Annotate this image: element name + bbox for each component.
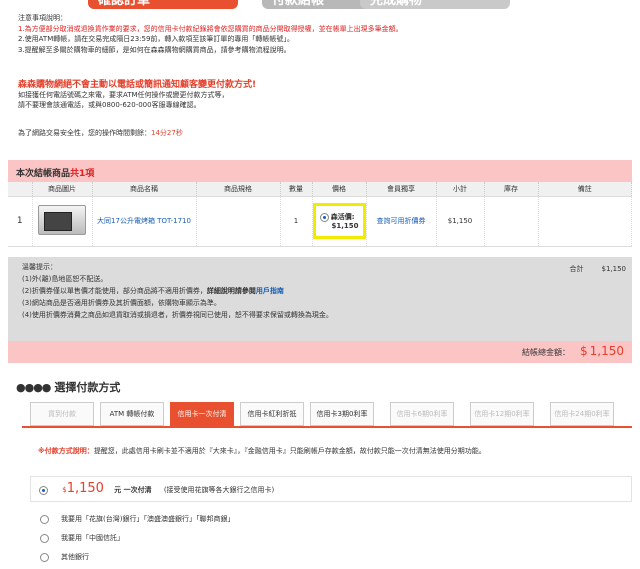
payment-option-full[interactable]: $1,150 元 一次付清 (接受使用花旗等各大銀行之信用卡)	[30, 476, 632, 502]
note-1: 1.為方便部分取消或退換貨作業的要求，您的信用卡付款紀錄將會依您購買的商品分開取…	[18, 24, 403, 33]
price-highlight: 森活價: $1,150	[312, 203, 366, 239]
payment-note: ※付款方式說明：提醒您，此處信用卡刷卡並不適用於『大來卡』，『金融信用卡』只能刷…	[38, 446, 486, 456]
tab-credit-6[interactable]: 信用卡6期0利率	[390, 402, 454, 426]
user-guide-link[interactable]: 用戶指南	[256, 287, 284, 295]
fraud-alert: 森森購物網絕不會主動以電話或簡訊通知顧客變更付款方式!	[18, 80, 257, 90]
cart-count: 共1項	[70, 169, 95, 179]
col-spec: 商品規格	[196, 182, 281, 197]
bank-label-3: 其他銀行	[61, 553, 89, 561]
col-remark: 備註	[538, 182, 633, 197]
dots-icon: ●●●●	[16, 381, 51, 394]
tip-2-bold: 詳細說明請參閱	[206, 287, 256, 295]
row-remark	[538, 196, 633, 247]
full-pay-label: 元 一次付清	[114, 486, 152, 494]
checkout-steps: 確認訂單 付款結帳 完成購物	[0, 0, 640, 10]
session-timer: 為了網路交易安全性，您的操作時間剩餘：14分27秒	[18, 128, 183, 138]
bank-option-1[interactable]: 我要用「花旗(台灣)銀行」「澳盛澳盛銀行」「聯邦商銀」	[40, 514, 234, 524]
bank-option-3[interactable]: 其他銀行	[40, 552, 89, 562]
col-image: 商品圖片	[32, 182, 93, 197]
full-pay-amount: 1,150	[66, 481, 104, 496]
row-index: 1	[8, 196, 33, 247]
product-name-link[interactable]: 大同17公升電烤箱 TOT-1710	[97, 217, 191, 225]
bank-label-1: 我要用「花旗(台灣)銀行」「澳盛澳盛銀行」「聯邦商銀」	[61, 515, 235, 523]
tips-section: 溫馨提示： (1)外(離)島地區恕不配送。 (2)折價券僅以單售價才能使用，部分…	[8, 257, 632, 341]
note-3: 3.提醒解至多關於購物車的細節，是如何在森森購物網購買商品，請參考購物流程說明。	[18, 45, 291, 54]
col-member: 會員獨享	[366, 182, 437, 197]
timer-label: 為了網路交易安全性，您的操作時間剩餘：	[18, 129, 151, 137]
fraud-alert-detail: 如接獲任何電話號碼之來電，要求ATM任何操作或變更付款方式等， 請不要理會該通電…	[18, 90, 229, 110]
full-pay-radio[interactable]	[39, 485, 48, 495]
total-value: 1,150	[589, 344, 624, 358]
col-subtotal: 小計	[436, 182, 485, 197]
fraud-line-1: 如接獲任何電話號碼之來電，要求ATM任何操作或變更付款方式等，	[18, 91, 229, 99]
step-confirm-order: 確認訂單	[88, 0, 238, 9]
row-subtotal: $1,150	[436, 196, 485, 247]
tip-2-text: (2)折價券僅以單售價才能使用，部分商品將不適用折價券，	[22, 287, 207, 295]
tab-credit-3[interactable]: 信用卡3期0利率	[310, 402, 374, 426]
bank-radio-3[interactable]	[40, 552, 49, 562]
total-bar: 結帳總金額： $1,150	[8, 341, 632, 363]
price-radio[interactable]	[319, 212, 329, 222]
bank-option-2[interactable]: 我要用「中國信託」	[40, 533, 124, 543]
price-label: 森活價:	[330, 213, 355, 221]
sum-label: 合計	[569, 265, 584, 273]
full-pay-hint: (接受使用花旗等各大銀行之信用卡)	[163, 486, 275, 494]
sum-value: $1,150	[601, 265, 627, 273]
table-row: 1 大同17公升電烤箱 TOT-1710 1 森活價: $1,150 查詢可用折…	[8, 196, 633, 247]
timer-value: 14分27秒	[151, 129, 183, 137]
tip-1: (1)外(離)島地區恕不配送。	[22, 275, 108, 283]
tab-atm[interactable]: ATM 轉帳付款	[100, 402, 164, 426]
cart-title: 本次結帳商品	[16, 169, 71, 179]
payment-title: ●●●● 選擇付款方式	[16, 379, 120, 395]
cart-table-header: 商品圖片 商品名稱 商品規格 數量 價格 會員獨享 小計 庫存 備註	[8, 182, 633, 197]
step-complete: 完成購物	[360, 0, 510, 9]
sum: 合計 $1,150	[552, 263, 627, 275]
total-label: 結帳總金額：	[522, 348, 570, 357]
product-spec	[196, 196, 281, 247]
product-image[interactable]	[32, 196, 93, 247]
product-name-cell: 大同17公升電烤箱 TOT-1710	[92, 196, 197, 247]
payment-title-text: 選擇付款方式	[54, 381, 121, 394]
tip-2: (2)折價券僅以單售價才能使用，部分商品將不適用折價券，詳細說明請參閱用戶指南	[22, 285, 618, 297]
payment-note-text: 提醒您，此處信用卡刷卡並不適用於『大來卡』，『金融信用卡』只能刷帳戶存款金額，故…	[93, 447, 486, 455]
note-2: 2.使用ATM轉帳，請在交易完成隔日23:59前，轉入款項至該筆訂單的專用「轉帳…	[18, 35, 294, 43]
tip-3: (3)網站商品是否適用折價券及其折價面額，依購物車顯示為準。	[22, 299, 221, 307]
oven-image[interactable]	[38, 205, 86, 235]
tab-cod[interactable]: 貨到付款	[30, 402, 94, 426]
col-qty: 數量	[280, 182, 313, 197]
notes: 注意事項說明： 1.為方便部分取消或退換貨作業的要求，您的信用卡付款紀錄將會依您…	[18, 13, 618, 55]
coupon-link[interactable]: 查詢可用折價券	[377, 217, 426, 225]
bank-radio-1[interactable]	[40, 514, 49, 524]
cart-header: 本次結帳商品共1項	[8, 160, 632, 182]
tab-credit-bonus[interactable]: 信用卡紅利折抵	[240, 402, 304, 426]
col-name: 商品名稱	[92, 182, 197, 197]
tips-title: 溫馨提示：	[22, 263, 57, 271]
product-qty: 1	[280, 196, 313, 247]
col-price: 價格	[312, 182, 367, 197]
payment-tabs: 貨到付款 ATM 轉帳付款 信用卡一次付清 信用卡紅利折抵 信用卡3期0利率 信…	[22, 402, 632, 428]
tab-credit-12[interactable]: 信用卡12期0利率	[470, 402, 534, 426]
col-stock: 庫存	[484, 182, 539, 197]
bank-label-2: 我要用「中國信託」	[61, 534, 124, 542]
price-cell: 森活價: $1,150	[312, 196, 367, 247]
bank-radio-2[interactable]	[40, 533, 49, 543]
tab-credit-full[interactable]: 信用卡一次付清	[170, 402, 234, 426]
col-index	[8, 182, 33, 197]
total-currency: $	[580, 344, 588, 358]
tip-4: (4)使用折價券消費之商品如退貨取消或損退者，折價券視同已使用，恕不得要求保留或…	[22, 311, 333, 319]
tab-credit-24[interactable]: 信用卡24期0利率	[550, 402, 614, 426]
fraud-line-2: 請不要理會該通電話，或與0800-620-000客服專線確認。	[18, 101, 201, 109]
price-value: $1,150	[331, 222, 359, 230]
row-stock	[484, 196, 539, 247]
notes-title: 注意事項說明：	[18, 14, 67, 22]
payment-note-label: ※付款方式說明：	[38, 447, 94, 455]
cart-table: 商品圖片 商品名稱 商品規格 數量 價格 會員獨享 小計 庫存 備註 1 大同1…	[8, 182, 633, 247]
member-cell: 查詢可用折價券	[366, 196, 437, 247]
